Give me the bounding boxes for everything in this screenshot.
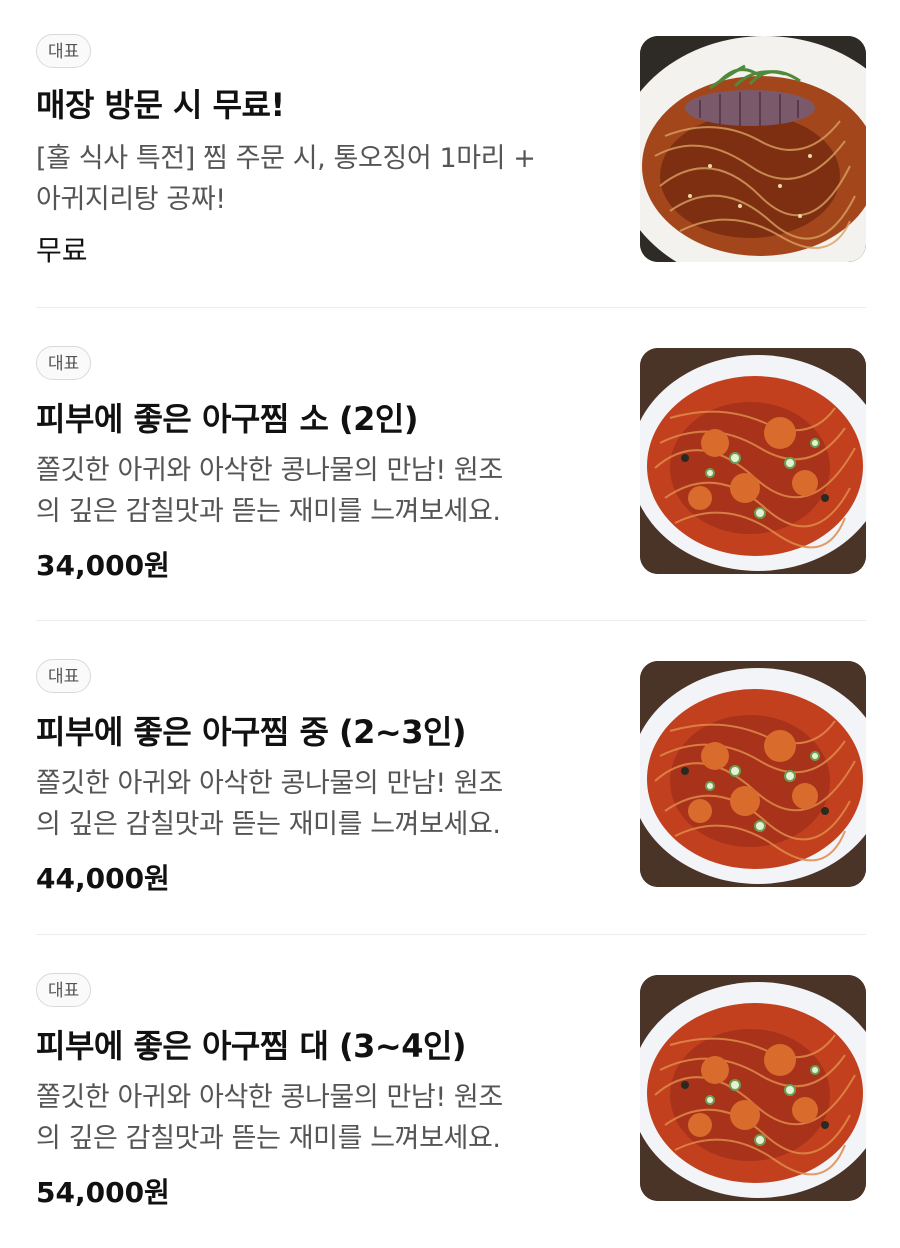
- braised-monkfish-photo: [640, 661, 866, 887]
- menu-item-text: 대표 피부에 좋은 아구찜 대 (3~4인) 쫄깃한 아귀와 아삭한 콩나물의 …: [36, 973, 606, 1209]
- menu-item-medium[interactable]: 대표 피부에 좋은 아구찜 중 (2~3인) 쫄깃한 아귀와 아삭한 콩나물의 …: [36, 659, 866, 895]
- braised-monkfish-photo: [640, 348, 866, 574]
- menu-item-large[interactable]: 대표 피부에 좋은 아구찜 대 (3~4인) 쫄깃한 아귀와 아삭한 콩나물의 …: [36, 973, 866, 1209]
- signature-badge: 대표: [36, 659, 92, 693]
- description-line: 쫄깃한 아귀와 아삭한 콩나물의 만남! 원조: [36, 768, 503, 799]
- description-line: [홀 식사 특전] 찜 주문 시, 통오징어 1마리 +: [36, 143, 536, 174]
- menu-item-small[interactable]: 대표 피부에 좋은 아구찜 소 (2인) 쫄깃한 아귀와 아삭한 콩나물의 만남…: [36, 346, 866, 582]
- description-line: 의 깊은 감칠맛과 뜯는 재미를 느껴보세요.: [36, 1123, 501, 1154]
- menu-item-name: 피부에 좋은 아구찜 대 (3~4인): [36, 1027, 467, 1065]
- squid-monkfish-dish-photo: [640, 36, 866, 262]
- menu-item-name: 매장 방문 시 무료!: [36, 86, 285, 124]
- menu-item-price: 무료: [36, 234, 88, 267]
- menu-item-name: 피부에 좋은 아구찜 소 (2인): [36, 400, 418, 438]
- menu-divider: [36, 934, 866, 935]
- braised-monkfish-photo: [640, 975, 866, 1201]
- description-line: 쫄깃한 아귀와 아삭한 콩나물의 만남! 원조: [36, 1082, 503, 1113]
- signature-badge: 대표: [36, 346, 92, 380]
- description-line: 쫄깃한 아귀와 아삭한 콩나물의 만남! 원조: [36, 455, 503, 486]
- menu-item-photo[interactable]: [640, 661, 866, 887]
- description-line: 의 깊은 감칠맛과 뜯는 재미를 느껴보세요.: [36, 496, 501, 527]
- menu-item-name: 피부에 좋은 아구찜 중 (2~3인): [36, 713, 467, 751]
- menu-divider: [36, 307, 866, 308]
- menu-item-photo[interactable]: [640, 975, 866, 1201]
- menu-item-photo[interactable]: [640, 348, 866, 574]
- menu-item-photo[interactable]: [640, 36, 866, 262]
- menu-item-price: 54,000원: [36, 1176, 170, 1209]
- menu-list: 대표 매장 방문 시 무료! [홀 식사 특전] 찜 주문 시, 통오징어 1마…: [0, 0, 900, 1248]
- menu-item-price: 44,000원: [36, 862, 170, 895]
- menu-item-description: 쫄깃한 아귀와 아삭한 콩나물의 만남! 원조 의 깊은 감칠맛과 뜯는 재미를…: [36, 763, 611, 845]
- menu-item-description: 쫄깃한 아귀와 아삭한 콩나물의 만남! 원조 의 깊은 감칠맛과 뜯는 재미를…: [36, 1077, 611, 1159]
- menu-item-text: 대표 피부에 좋은 아구찜 중 (2~3인) 쫄깃한 아귀와 아삭한 콩나물의 …: [36, 659, 606, 895]
- menu-item-description: 쫄깃한 아귀와 아삭한 콩나물의 만남! 원조 의 깊은 감칠맛과 뜯는 재미를…: [36, 450, 611, 532]
- signature-badge: 대표: [36, 34, 92, 68]
- description-line: 의 깊은 감칠맛과 뜯는 재미를 느껴보세요.: [36, 809, 501, 840]
- menu-item-text: 대표 피부에 좋은 아구찜 소 (2인) 쫄깃한 아귀와 아삭한 콩나물의 만남…: [36, 346, 606, 582]
- menu-item-text: 대표 매장 방문 시 무료! [홀 식사 특전] 찜 주문 시, 통오징어 1마…: [36, 34, 606, 267]
- signature-badge: 대표: [36, 973, 92, 1007]
- description-line: 아귀지리탕 공짜!: [36, 184, 226, 215]
- menu-divider: [36, 620, 866, 621]
- menu-item-description: [홀 식사 특전] 찜 주문 시, 통오징어 1마리 + 아귀지리탕 공짜!: [36, 138, 611, 220]
- menu-item-free-visit[interactable]: 대표 매장 방문 시 무료! [홀 식사 특전] 찜 주문 시, 통오징어 1마…: [36, 34, 866, 267]
- menu-item-price: 34,000원: [36, 549, 170, 582]
